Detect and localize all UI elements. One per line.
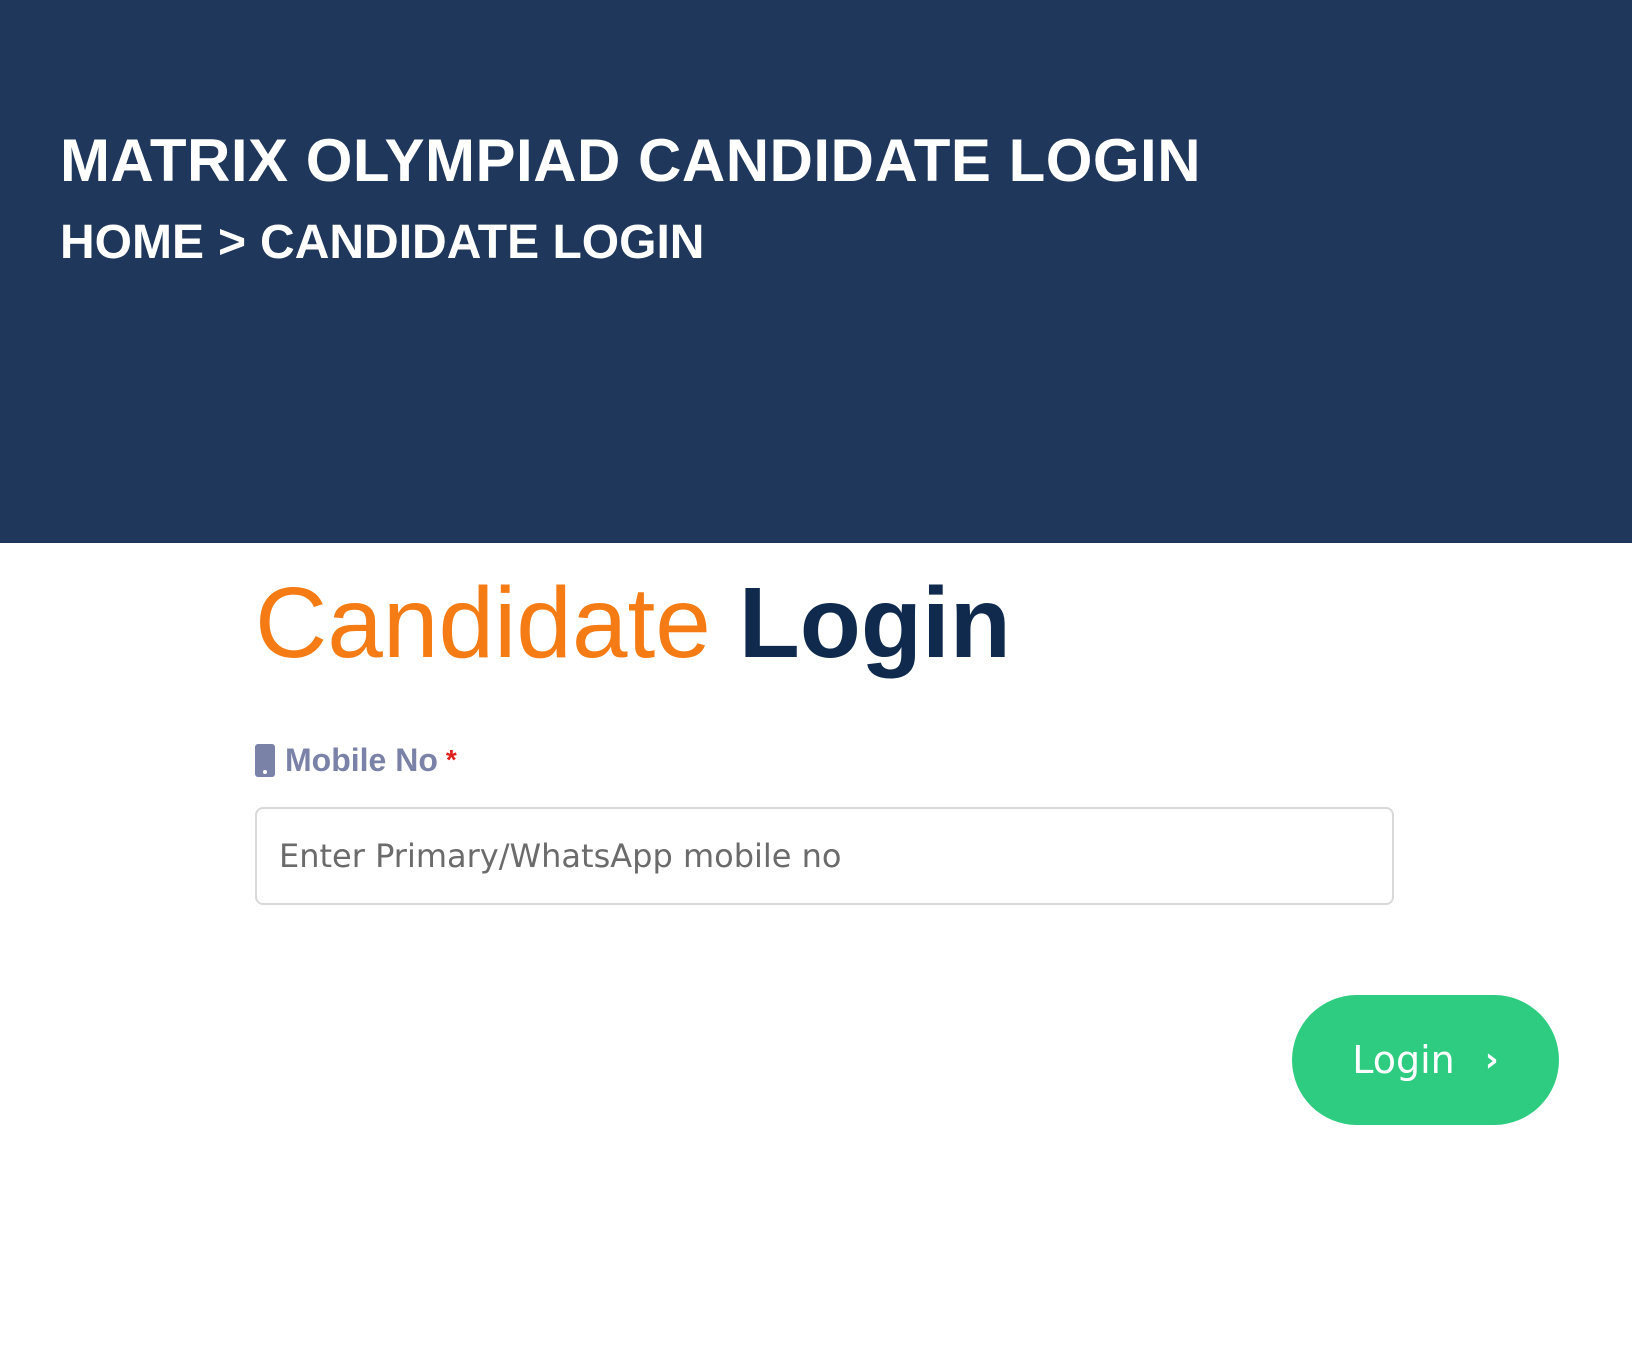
mobile-phone-icon: [255, 743, 275, 777]
breadcrumb-current: CANDIDATE LOGIN: [260, 216, 705, 269]
mobile-label-text: Mobile No: [285, 742, 438, 778]
login-button-label: Login: [1352, 1038, 1455, 1082]
form-heading-light: Candidate: [255, 567, 711, 679]
page-title: MATRIX OLYMPIAD CANDIDATE LOGIN: [60, 127, 1202, 194]
mobile-input[interactable]: [255, 807, 1394, 905]
page-banner: MATRIX OLYMPIAD CANDIDATE LOGIN HOME > CAN…: [0, 0, 1632, 543]
login-button[interactable]: Login ›: [1292, 995, 1559, 1125]
required-marker: *: [445, 744, 457, 775]
breadcrumb: HOME > CANDIDATE LOGIN: [60, 215, 704, 271]
breadcrumb-separator: >: [218, 216, 247, 269]
breadcrumb-home-link[interactable]: HOME: [60, 216, 204, 269]
mobile-label: Mobile No *: [255, 738, 457, 782]
chevron-right-icon: ›: [1484, 1040, 1499, 1080]
form-heading: Candidate Login: [255, 568, 1011, 678]
form-heading-bold: Login: [738, 567, 1011, 679]
